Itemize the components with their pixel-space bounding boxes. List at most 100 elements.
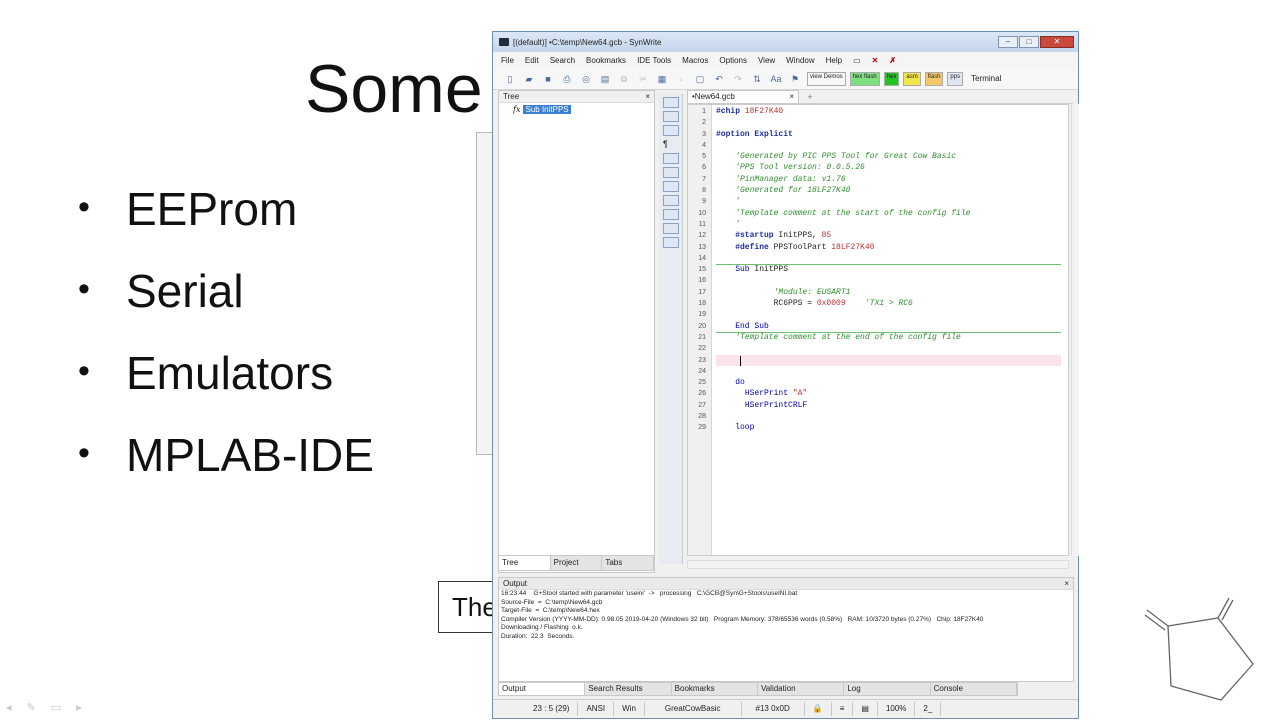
- bookmark-icon[interactable]: [663, 153, 679, 164]
- flag-icon[interactable]: ⚑: [788, 73, 802, 85]
- tree-item-initpps[interactable]: fx Sub InitPPS: [513, 105, 654, 114]
- hex-button[interactable]: hex: [883, 71, 900, 86]
- comment-icon[interactable]: [663, 167, 679, 178]
- tree-pane-close-icon[interactable]: ×: [645, 92, 650, 101]
- code-line[interactable]: 5 'Generated by PIC PPS Tool for Great C…: [702, 151, 1061, 162]
- menu-macros[interactable]: Macros: [682, 56, 708, 65]
- code-line[interactable]: 28: [698, 411, 1061, 422]
- cut-icon[interactable]: ✂: [636, 73, 650, 85]
- font-size-icon[interactable]: Aa: [769, 73, 783, 85]
- editor-vertical-scrollbar[interactable]: [1071, 104, 1079, 556]
- flash-button[interactable]: flash: [924, 71, 944, 86]
- code-line[interactable]: 16: [698, 275, 1061, 286]
- zoom-in-icon[interactable]: [663, 223, 679, 234]
- code-line[interactable]: 23: [698, 354, 1061, 366]
- print-preview-icon[interactable]: ▤: [598, 73, 612, 85]
- code-line[interactable]: 4: [702, 140, 1061, 151]
- redo-icon[interactable]: ↷: [731, 73, 745, 85]
- code-line[interactable]: 21 'Template comment at the end of the c…: [698, 332, 1061, 343]
- readonly-icon[interactable]: 🔒: [805, 702, 832, 716]
- restore-doc-icon[interactable]: ▭: [853, 56, 861, 65]
- terminal-button[interactable]: Terminal: [971, 74, 1001, 83]
- uncomment-icon[interactable]: [663, 181, 679, 192]
- unfold-icon[interactable]: [663, 209, 679, 220]
- menu-ide-tools[interactable]: IDE Tools: [637, 56, 671, 65]
- code-line[interactable]: 15 Sub InitPPS: [698, 264, 1061, 275]
- tab-validation[interactable]: Validation: [758, 683, 845, 695]
- code-line[interactable]: 14: [698, 253, 1061, 264]
- view-demos-button[interactable]: view Demos: [807, 71, 846, 86]
- minimize-button[interactable]: –: [998, 36, 1018, 48]
- menu-help[interactable]: Help: [826, 56, 842, 65]
- code-line[interactable]: 26 HSerPrint "A": [698, 388, 1061, 399]
- tab-tree[interactable]: Tree: [499, 556, 551, 570]
- close-doc-icon[interactable]: ✕: [872, 56, 879, 65]
- lexer[interactable]: GreatCowBasic: [645, 702, 742, 716]
- tab-output[interactable]: Output: [499, 683, 586, 695]
- cursor-position[interactable]: 23 : 5 (29): [493, 702, 579, 716]
- menu-view[interactable]: View: [758, 56, 775, 65]
- slide-navigation-icons[interactable]: ◂ ✎ ▭ ▸: [6, 701, 88, 714]
- code-line[interactable]: 20 End Sub: [698, 321, 1061, 332]
- wordwrap-icon[interactable]: ≡: [832, 702, 854, 716]
- code-line[interactable]: 2: [702, 117, 1061, 128]
- title-bar[interactable]: [(default)] •C:\temp\New64.gcb - SynWrit…: [493, 32, 1078, 52]
- save-icon[interactable]: ■: [541, 73, 555, 85]
- close-button[interactable]: ✕: [1040, 36, 1074, 48]
- unindent-icon[interactable]: [663, 111, 679, 122]
- editor-horizontal-scrollbar[interactable]: [687, 560, 1069, 569]
- zoom-level[interactable]: 100%: [878, 702, 916, 716]
- paste-icon[interactable]: ▦: [655, 73, 669, 85]
- menu-search[interactable]: Search: [550, 56, 575, 65]
- selection-mode-icon[interactable]: ▤: [853, 702, 878, 716]
- code-line[interactable]: 7 'PinManager data: v1.76: [702, 174, 1061, 185]
- close-all-docs-icon[interactable]: ✗: [889, 56, 896, 65]
- delete-icon[interactable]: ▫: [674, 73, 688, 85]
- code-line[interactable]: 12 #startup InitPPS, 85: [698, 230, 1061, 241]
- copy-icon[interactable]: ⧉: [617, 73, 631, 85]
- code-line[interactable]: 24: [698, 366, 1061, 377]
- new-file-icon[interactable]: ▯: [503, 73, 517, 85]
- tab-new64-gcb[interactable]: •New64.gcb ×: [687, 90, 799, 103]
- code-line[interactable]: 8 'Generated for 18LF27K40: [702, 185, 1061, 196]
- code-line[interactable]: 27 HSerPrintCRLF: [698, 400, 1061, 411]
- output-pane-close-icon[interactable]: ×: [1064, 579, 1069, 588]
- undo-icon[interactable]: ↶: [712, 73, 726, 85]
- pps-button[interactable]: pps: [947, 71, 964, 86]
- code-line[interactable]: 10 'Template comment at the start of the…: [698, 208, 1061, 219]
- open-file-icon[interactable]: ▰: [522, 73, 536, 85]
- code-line[interactable]: 3 #option Explicit: [702, 129, 1061, 140]
- tab-bookmarks[interactable]: Bookmarks: [672, 683, 758, 695]
- tab-log[interactable]: Log: [844, 683, 931, 695]
- block-icon[interactable]: [663, 125, 679, 136]
- code-editor[interactable]: 1 #chip 18F27K40 2 3 #option Explicit 4 5 'Gen…: [687, 104, 1069, 556]
- code-line[interactable]: 1 #chip 18F27K40: [702, 106, 1061, 117]
- asm-button[interactable]: asm: [903, 71, 921, 86]
- fold-icon[interactable]: [663, 195, 679, 206]
- code-line[interactable]: 6 'PPS Tool version: 0.0.5.26: [702, 162, 1061, 173]
- tab-console[interactable]: Console: [931, 683, 1017, 695]
- encoding[interactable]: ANSI: [578, 702, 615, 716]
- code-area[interactable]: 1 #chip 18F27K40 2 3 #option Explicit 4 5 'Gen…: [698, 106, 1061, 434]
- print-icon[interactable]: ⎙: [560, 73, 574, 85]
- tab-tabs[interactable]: Tabs: [602, 556, 655, 570]
- maximize-button[interactable]: □: [1019, 36, 1039, 48]
- code-line[interactable]: 22: [698, 343, 1061, 354]
- code-line[interactable]: 18 RC6PPS = 0x0009 'TX1 > RC6: [698, 298, 1061, 309]
- new-tab-icon[interactable]: +: [803, 92, 817, 102]
- code-line[interactable]: 9 ': [702, 196, 1061, 207]
- menu-window[interactable]: Window: [786, 56, 814, 65]
- tab-close-icon[interactable]: ×: [789, 91, 794, 103]
- menu-file[interactable]: File: [501, 56, 514, 65]
- code-line[interactable]: 17 'Module: EUSART1: [698, 287, 1061, 298]
- code-line[interactable]: 29 loop: [698, 422, 1061, 433]
- code-line[interactable]: 25 do: [698, 377, 1061, 388]
- code-line[interactable]: 13 #define PPSToolPart 18LF27K40: [698, 242, 1061, 253]
- menu-bookmarks[interactable]: Bookmarks: [586, 56, 626, 65]
- menu-edit[interactable]: Edit: [525, 56, 539, 65]
- hex-flash-button[interactable]: hex flash: [849, 71, 880, 86]
- code-line[interactable]: 19: [698, 309, 1061, 320]
- tab-project[interactable]: Project: [551, 556, 603, 570]
- sort-icon[interactable]: ⇅: [750, 73, 764, 85]
- code-line[interactable]: 11 ': [699, 219, 1061, 230]
